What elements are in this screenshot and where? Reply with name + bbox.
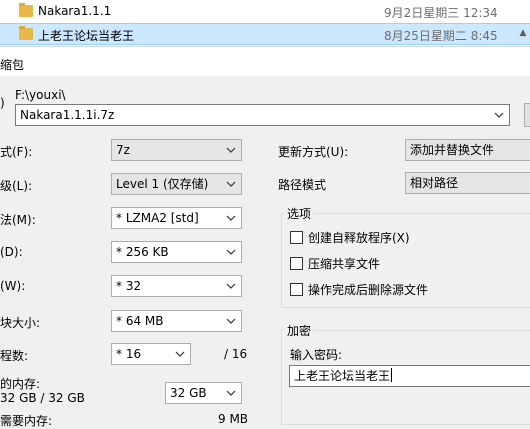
word-size-value: * 32: [116, 279, 142, 293]
chevron-down-icon[interactable]: [492, 106, 506, 124]
options-title: 选项: [284, 205, 315, 222]
memory-value: 32 GB: [170, 386, 207, 400]
memory-total: 32 GB / 32 GB: [0, 391, 85, 405]
file-date: 8月25日星期二 8:45: [384, 29, 498, 43]
checkbox-box[interactable]: [290, 283, 303, 296]
browse-button[interactable]: [524, 103, 530, 127]
required-memory-label: 需要内存:: [0, 414, 53, 428]
shared-files-checkbox[interactable]: 压缩共享文件: [290, 255, 490, 271]
file-date: 9月2日星期三 12:34: [384, 6, 498, 20]
file-row-selected[interactable]: 上老王论坛当老王 8月25日星期二 8:45: [0, 23, 530, 45]
threads-max: / 16: [224, 347, 248, 361]
file-name: Nakara1.1.1: [38, 4, 112, 18]
chevron-down-icon[interactable]: [224, 384, 238, 402]
file-name: 上老王论坛当老王: [38, 29, 135, 43]
chevron-down-icon[interactable]: [173, 345, 187, 363]
password-value: 上老王论坛当老王: [294, 369, 391, 383]
file-row[interactable]: Nakara1.1.1 9月2日星期三 12:34: [0, 1, 530, 23]
chevron-down-icon[interactable]: [224, 141, 238, 159]
checkbox-box[interactable]: [290, 231, 303, 244]
path-mode-value: 相对路径: [410, 176, 459, 190]
password-label: 输入密码:: [290, 348, 343, 362]
memory-label: 的内存:: [0, 377, 41, 391]
threads-label: 程数:: [0, 349, 29, 363]
method-label: 法(M):: [0, 213, 36, 227]
checkbox-box[interactable]: [290, 257, 303, 270]
archive-label: ): [0, 96, 5, 110]
word-size-label: (W):: [0, 279, 26, 293]
level-value: Level 1 (仅存储): [116, 177, 209, 191]
delete-after-checkbox[interactable]: 操作完成后删除源文件: [290, 281, 510, 297]
text-caret: [391, 368, 393, 382]
level-label: 级(L):: [0, 179, 33, 193]
format-value: 7z: [116, 143, 130, 157]
dictionary-label: (D):: [0, 245, 23, 259]
scroll-up-icon[interactable]: ▲: [518, 26, 528, 40]
format-label: 式(F):: [0, 145, 33, 159]
threads-select[interactable]: * 16: [111, 343, 191, 365]
chevron-down-icon[interactable]: [224, 312, 238, 330]
path-mode-select[interactable]: 相对路径: [405, 172, 530, 194]
required-memory-value: 9 MB: [218, 412, 249, 426]
block-size-value: * 64 MB: [116, 314, 164, 328]
dictionary-value: * 256 KB: [116, 245, 169, 259]
folder-icon: [19, 26, 33, 40]
password-input[interactable]: 上老王论坛当老王: [289, 365, 530, 387]
sfx-checkbox[interactable]: 创建自释放程序(X): [290, 229, 490, 245]
archive-name-combo[interactable]: Nakara1.1.1i.7z: [15, 104, 510, 126]
shared-files-label: 压缩共享文件: [308, 257, 381, 271]
chevron-down-icon[interactable]: [224, 175, 238, 193]
method-value: * LZMA2 [std]: [116, 211, 199, 225]
dialog-title-bar: 缩包: [0, 46, 530, 76]
block-size-label: 块大小:: [0, 316, 41, 330]
update-mode-select[interactable]: 添加并替换文件: [405, 139, 530, 161]
word-size-select[interactable]: * 32: [111, 275, 242, 297]
method-select[interactable]: * LZMA2 [std]: [111, 207, 242, 229]
encryption-title: 加密: [284, 322, 315, 339]
threads-value: * 16: [116, 347, 142, 361]
block-size-select[interactable]: * 64 MB: [111, 310, 242, 332]
update-mode-label: 更新方式(U):: [278, 145, 349, 159]
format-select[interactable]: 7z: [111, 139, 242, 161]
dialog-title: 缩包: [0, 58, 25, 72]
chevron-down-icon[interactable]: [224, 209, 238, 227]
delete-after-label: 操作完成后删除源文件: [308, 283, 429, 297]
path-mode-label: 路径模式: [278, 178, 327, 192]
folder-path: F:\youxi\: [15, 88, 66, 102]
update-mode-value: 添加并替换文件: [410, 143, 495, 157]
dictionary-select[interactable]: * 256 KB: [111, 241, 242, 263]
chevron-down-icon[interactable]: [224, 277, 238, 295]
file-list: Nakara1.1.1 9月2日星期三 12:34 上老王论坛当老王 8月25日…: [0, 0, 530, 46]
archive-name-value: Nakara1.1.1i.7z: [20, 108, 115, 122]
level-select[interactable]: Level 1 (仅存储): [111, 173, 242, 195]
sfx-label: 创建自释放程序(X): [308, 231, 410, 245]
folder-icon: [19, 3, 33, 17]
chevron-down-icon[interactable]: [224, 243, 238, 261]
memory-select[interactable]: 32 GB: [165, 382, 242, 404]
